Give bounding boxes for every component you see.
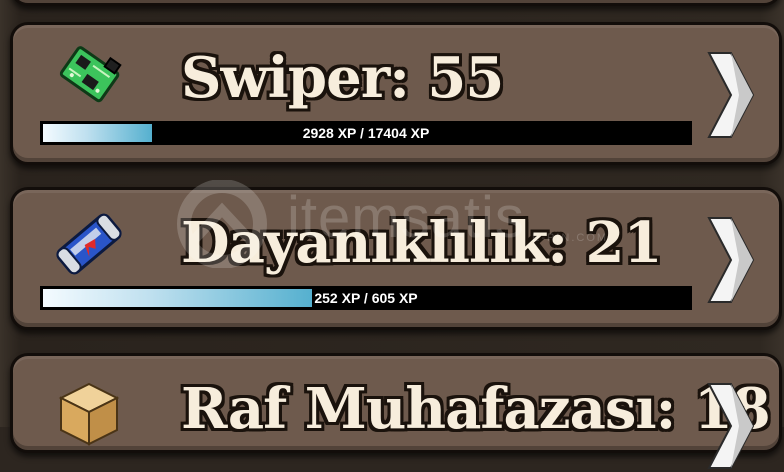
xp-progress-bar: 2928 XP / 17404 XP bbox=[40, 121, 692, 145]
upgrade-title: Swiper: 55 bbox=[181, 45, 504, 111]
xp-progress-bar: 252 XP / 605 XP bbox=[40, 286, 692, 310]
chevron-right-icon[interactable] bbox=[703, 49, 757, 141]
xp-progress-text: 252 XP / 605 XP bbox=[314, 290, 418, 306]
xp-progress-text: 2928 XP / 17404 XP bbox=[302, 125, 430, 141]
energy-drink-can-icon bbox=[56, 213, 122, 275]
upgrade-title: Raf Muhafazası: 18 bbox=[181, 376, 771, 442]
cardboard-box-icon bbox=[58, 382, 120, 446]
chevron-right-icon[interactable] bbox=[703, 380, 757, 472]
upgrade-title: Dayanıklılık: 21 bbox=[181, 210, 662, 276]
upgrade-card-previous[interactable] bbox=[10, 0, 782, 6]
circuit-board-icon bbox=[59, 46, 122, 103]
upgrade-card-swiper[interactable]: Swiper: 55 2928 XP / 17404 XP bbox=[10, 22, 782, 165]
upgrade-card-raf-muhafazasi[interactable]: Raf Muhafazası: 18 bbox=[10, 353, 782, 469]
chevron-right-icon[interactable] bbox=[703, 214, 757, 306]
upgrade-card-dayaniklilik[interactable]: Dayanıklılık: 21 252 XP / 605 XP bbox=[10, 187, 782, 330]
